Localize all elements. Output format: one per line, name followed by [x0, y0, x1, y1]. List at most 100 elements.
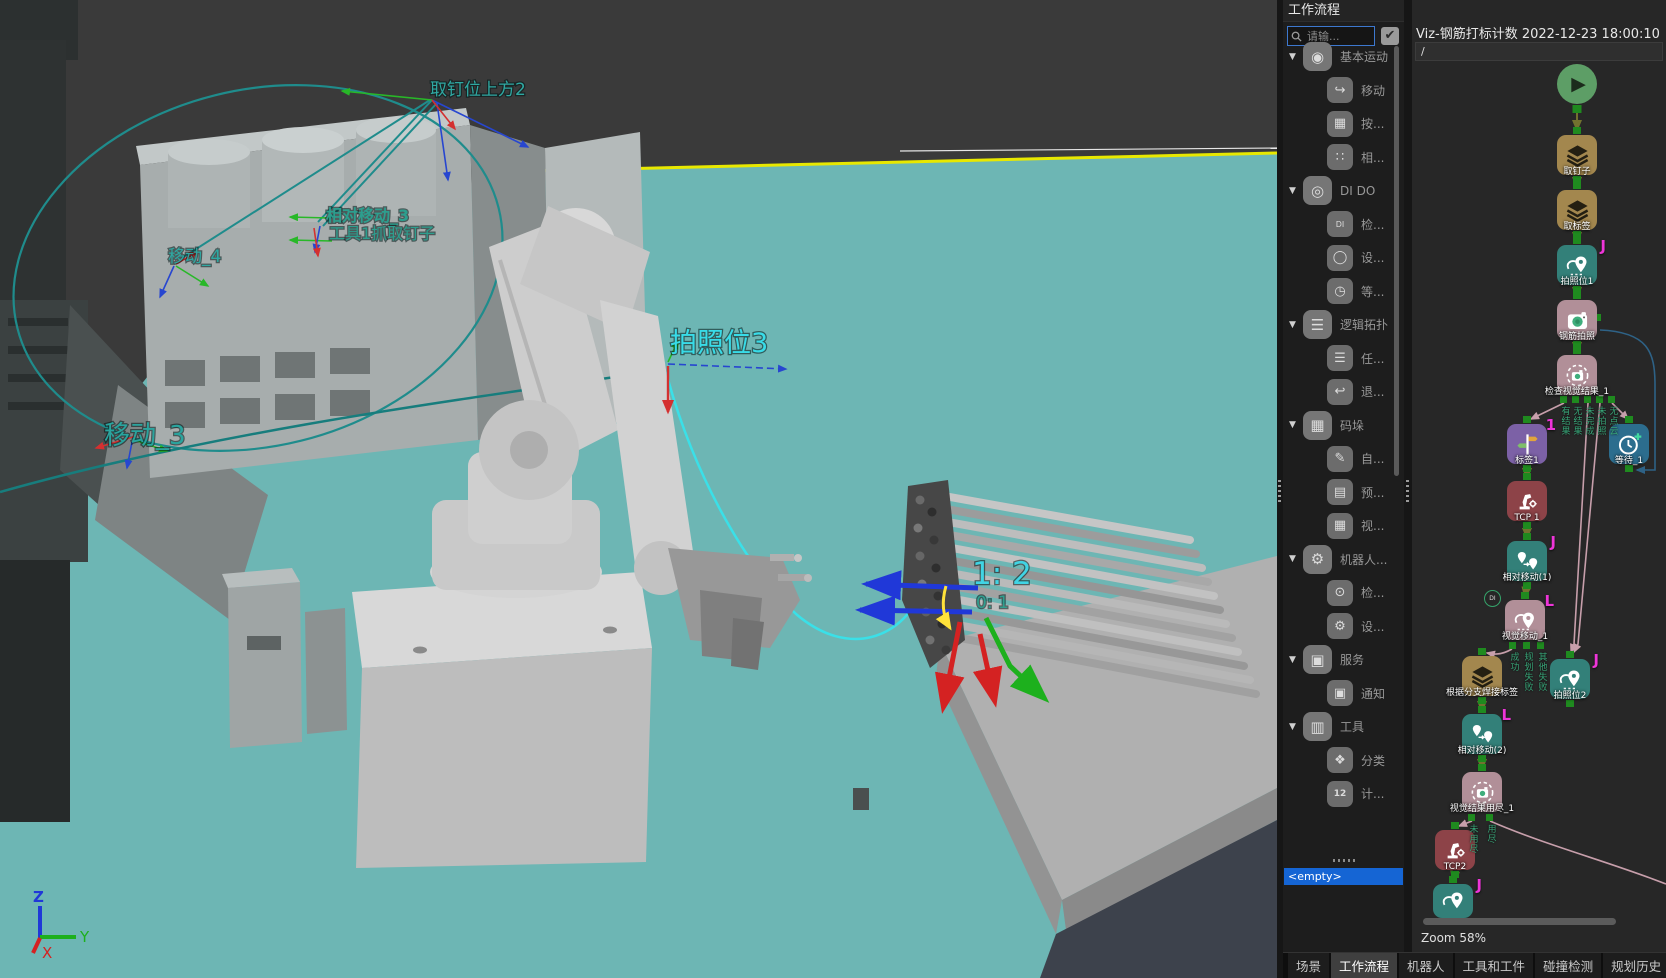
sidebar-item-count[interactable]: 12计...	[1283, 777, 1404, 811]
count-label: 0: 1	[976, 593, 1009, 613]
zoom-level: Zoom 58%	[1421, 931, 1486, 945]
sidebar-item-wait-di[interactable]: ◷等...	[1283, 275, 1404, 309]
node-photo-pos-1[interactable]: J 拍照位1	[1557, 245, 1597, 285]
sidebar-scrollbar[interactable]	[1394, 46, 1399, 476]
sidebar-resize-grip[interactable]	[1333, 859, 1355, 862]
pallet-icon: ▦	[1303, 411, 1332, 440]
wait-di-icon: ◷	[1327, 278, 1353, 304]
vision-pallet-icon: ▦	[1327, 513, 1353, 539]
tab-scene[interactable]: 场景	[1288, 953, 1329, 978]
grid-move-icon: ▦	[1327, 111, 1353, 137]
waypoint-label: 移动_3	[104, 421, 186, 451]
chevron-down-icon[interactable]: ▼	[1289, 186, 1301, 196]
robot-pedestal[interactable]	[352, 572, 652, 868]
toolbox-icon: ▥	[1303, 712, 1332, 741]
sidebar-item-set-do[interactable]: ◯设...	[1283, 241, 1404, 275]
sidebar-group-palletizing[interactable]: ▼▦码垛	[1283, 409, 1404, 443]
sidebar-item-preset-pallet[interactable]: ▤预...	[1283, 476, 1404, 510]
3d-viewport[interactable]: Z Y X 取钉位上方2 相对移动_3 工具1抓取钉子 移动_4 拍照位3 移动…	[0, 0, 1277, 978]
sidebar-item-custom-pallet[interactable]: ✎自...	[1283, 442, 1404, 476]
tab-robot[interactable]: 机器人	[1399, 953, 1453, 978]
node-palette-tree: ▼◉基本运动 ↪移动 ▦按... ∷相... ▼◎DI DO DI检... ◯设…	[1283, 40, 1404, 811]
sidebar-item-grid-move[interactable]: ▦按...	[1283, 107, 1404, 141]
mini-di-node[interactable]: DI	[1484, 590, 1501, 607]
sidebar-item-vision-pallet[interactable]: ▦视...	[1283, 509, 1404, 543]
workflow-title: Viz-钢筋打标计数 2022-12-23 18:00:10	[1416, 23, 1660, 42]
workflow-sidebar: 工作流程 ✔ ▼◉基本运动 ↪移动 ▦按... ∷相... ▼◎DI DO DI…	[1283, 0, 1404, 952]
node-vision-move-1[interactable]: L 视觉移动_1	[1505, 600, 1545, 640]
axis-x-label: X	[42, 944, 52, 962]
node-vision-result-exhausted-1[interactable]: 视觉结果用尽_1	[1462, 772, 1502, 812]
node-label-1[interactable]: 1 标签1	[1507, 424, 1547, 464]
chevron-down-icon[interactable]: ▼	[1289, 420, 1301, 430]
node-photo-pos-2[interactable]: J 拍照位2	[1550, 659, 1590, 699]
sidebar-group-service[interactable]: ▼▣服务	[1283, 643, 1404, 677]
sidebar-group-basic-motion[interactable]: ▼◉基本运动	[1283, 40, 1404, 74]
sidebar-group-tools[interactable]: ▼▥工具	[1283, 710, 1404, 744]
port-label: 规划失败	[1522, 652, 1532, 692]
port-label: 未用尽	[1467, 824, 1477, 854]
robot-gear-icon	[1514, 488, 1541, 515]
sidebar-item-exit[interactable]: ↩退...	[1283, 375, 1404, 409]
sidebar-item-set-robot[interactable]: ⚙设...	[1283, 610, 1404, 644]
exit-layers-icon: ↩	[1327, 379, 1353, 405]
port-label: 未拍照	[1595, 406, 1605, 436]
sidebar-item-move[interactable]: ↪移动	[1283, 74, 1404, 108]
breadcrumb[interactable]: /	[1415, 42, 1663, 61]
count-label: 1: 2	[972, 556, 1032, 592]
node-branch-weld-label[interactable]: 根据分支焊接标签	[1462, 656, 1502, 696]
port-label: 用尽	[1485, 824, 1495, 844]
sidebar-item-check-robot[interactable]: ⊙检...	[1283, 576, 1404, 610]
node-check-vision-result-1[interactable]: 检查视觉结果_1	[1557, 355, 1597, 395]
node-pick-nail[interactable]: 取钉子	[1557, 135, 1597, 175]
sidebar-group-di-do[interactable]: ▼◎DI DO	[1283, 174, 1404, 208]
node-relative-move-1[interactable]: J 相对移动(1)	[1507, 541, 1547, 581]
waypoint-label: 移动_4	[168, 247, 221, 267]
sidebar-group-logic-topology[interactable]: ▼☰逻辑拓扑	[1283, 308, 1404, 342]
waypoint-label: 工具1抓取钉子	[329, 224, 435, 243]
panel-splitter-right[interactable]	[1404, 0, 1412, 978]
node-relative-move-2[interactable]: L 相对移动(2)	[1462, 714, 1502, 754]
task-layers-icon: ☰	[1327, 345, 1353, 371]
tab-tools-workpieces[interactable]: 工具和工件	[1455, 953, 1534, 978]
robot-gear-icon	[1442, 837, 1469, 864]
node-pick-label[interactable]: 取标签	[1557, 190, 1597, 230]
node-tcp-1[interactable]: TCP 1	[1507, 481, 1547, 521]
scene-canvas: Z Y X 取钉位上方2 相对移动_3 工具1抓取钉子 移动_4 拍照位3 移动…	[0, 0, 1277, 978]
play-icon: ▶	[1571, 73, 1586, 95]
chevron-down-icon[interactable]: ▼	[1289, 554, 1301, 564]
classify-icon: ❖	[1327, 747, 1353, 773]
set-robot-icon: ⚙	[1327, 613, 1353, 639]
chevron-down-icon[interactable]: ▼	[1289, 655, 1301, 665]
pin-icon: ◉	[1303, 42, 1332, 71]
run-workflow-button[interactable]: ▶	[1557, 64, 1597, 104]
empty-selection-item[interactable]: <empty>	[1284, 868, 1403, 885]
port-label: 其他失败	[1536, 652, 1546, 692]
waypoint-route-icon	[1440, 888, 1467, 915]
tab-collision-detect[interactable]: 碰撞检测	[1535, 953, 1601, 978]
chevron-down-icon[interactable]: ▼	[1289, 320, 1301, 330]
sidebar-item-relative-move[interactable]: ∷相...	[1283, 141, 1404, 175]
notify-icon: ▣	[1327, 680, 1353, 706]
waypoint-label: 取钉位上方2	[430, 80, 526, 100]
canvas-horizontal-scrollbar[interactable]	[1423, 918, 1616, 925]
sidebar-item-notify[interactable]: ▣通知	[1283, 677, 1404, 711]
tab-workflow[interactable]: 工作流程	[1331, 953, 1397, 978]
sidebar-item-check-di[interactable]: DI检...	[1283, 208, 1404, 242]
node-bottom-partial[interactable]: J	[1433, 884, 1473, 918]
panel-title: 工作流程	[1283, 0, 1404, 22]
move-icon: ↪	[1327, 77, 1353, 103]
set-do-icon: ◯	[1327, 245, 1353, 271]
preset-pallet-icon: ▤	[1327, 479, 1353, 505]
relative-move-icon: ∷	[1327, 144, 1353, 170]
tab-plan-history[interactable]: 规划历史	[1603, 953, 1666, 978]
check-di-icon: DI	[1327, 211, 1353, 237]
chevron-down-icon[interactable]: ▼	[1289, 722, 1301, 732]
chevron-down-icon[interactable]: ▼	[1289, 52, 1301, 62]
count-icon: 12	[1327, 781, 1353, 807]
sidebar-item-task[interactable]: ☰任...	[1283, 342, 1404, 376]
sidebar-item-classify[interactable]: ❖分类	[1283, 744, 1404, 778]
layers-icon: ☰	[1303, 310, 1332, 339]
node-rebar-photo[interactable]: 钢筋拍照	[1557, 300, 1597, 340]
sidebar-group-robot[interactable]: ▼⚙机器人...	[1283, 543, 1404, 577]
